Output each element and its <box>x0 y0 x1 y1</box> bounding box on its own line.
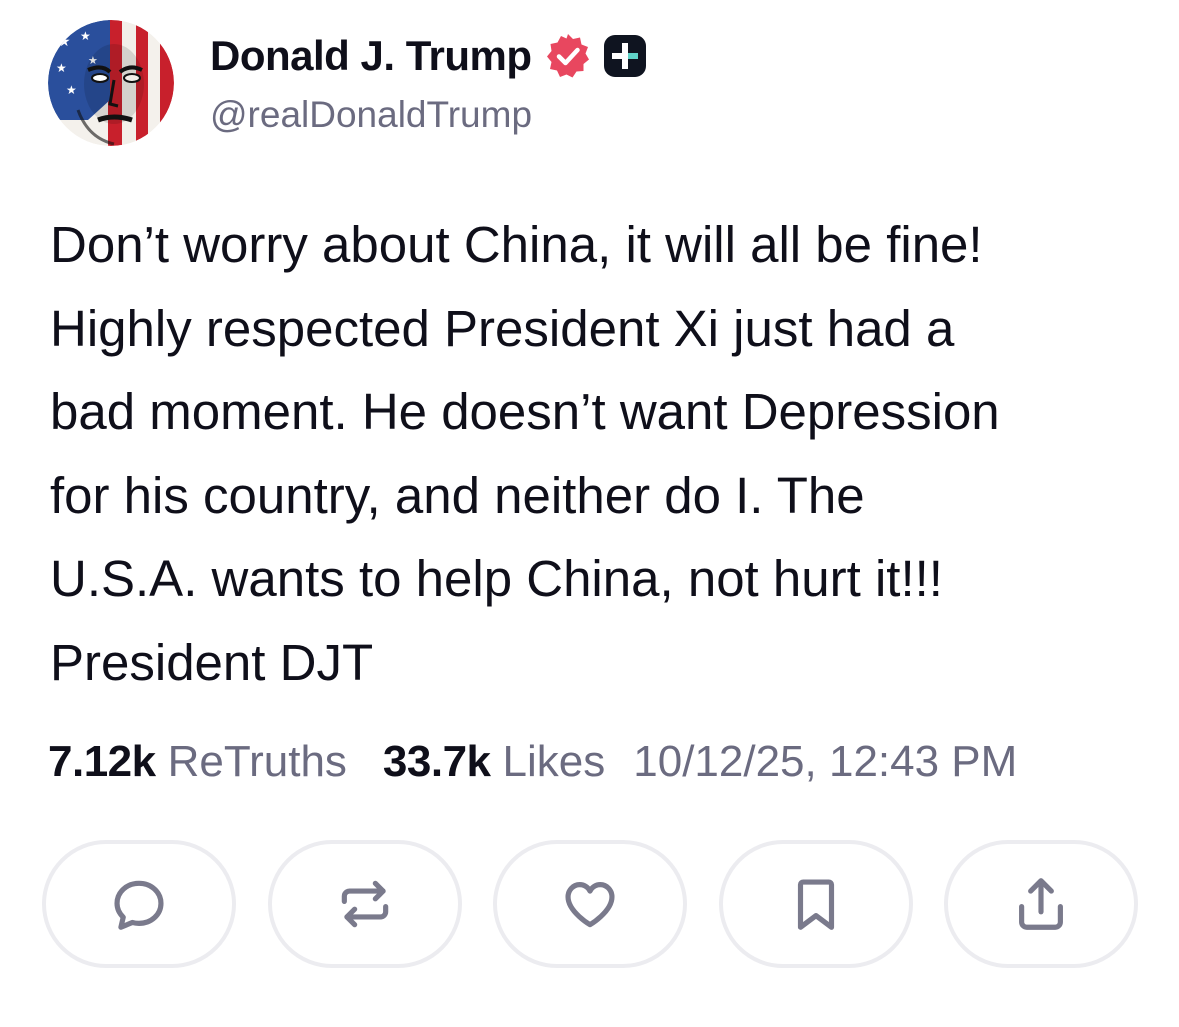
display-name[interactable]: Donald J. Trump <box>210 32 532 80</box>
post-text-line: for his country, and neither do I. The <box>50 466 865 524</box>
post-text-line: bad moment. He doesn’t want Depression <box>50 383 1000 440</box>
plus-badge-icon <box>602 33 648 79</box>
svg-text:★: ★ <box>80 29 91 43</box>
post-stats: 7.12k ReTruths 33.7k Likes 10/12/25, 12:43… <box>48 732 1017 792</box>
retruth-button[interactable] <box>267 840 462 968</box>
post-text-line: U.S.A. wants to help China, not hurt it!… <box>50 550 943 607</box>
retruths-count: 7.12k <box>48 737 156 786</box>
post-text-line: Highly respected President Xi just had a <box>50 299 955 357</box>
svg-text:★: ★ <box>56 61 67 75</box>
repost-icon <box>341 880 388 928</box>
likes-count: 33.7k <box>382 737 491 786</box>
display-name-row: Donald J. Trump <box>210 28 648 84</box>
reply-button[interactable] <box>42 840 236 968</box>
likes-stat[interactable]: 33.7k Likes <box>383 737 605 787</box>
post-text-line: Don’t worry about China, it will all be … <box>50 216 983 273</box>
post-text-line: President DJT <box>50 633 374 691</box>
bookmark-icon <box>797 879 834 930</box>
bookmark-button[interactable] <box>718 840 913 968</box>
action-bar <box>42 840 1138 968</box>
comment-icon <box>114 880 164 930</box>
user-handle[interactable]: @realDonaldTrump <box>210 94 532 136</box>
truth-post: ★ ★ ★ ★ ★ Donald J. Trump @realDonaldTru… <box>0 0 1179 1027</box>
verified-badge-icon <box>544 32 592 80</box>
share-icon <box>1019 878 1063 930</box>
retruths-stat[interactable]: 7.12k ReTruths <box>48 737 347 787</box>
like-button[interactable] <box>493 840 687 968</box>
retruths-label: ReTruths <box>167 737 347 786</box>
share-button[interactable] <box>944 840 1138 968</box>
heart-icon <box>565 882 615 928</box>
svg-text:★: ★ <box>66 83 77 97</box>
likes-label: Likes <box>502 737 606 786</box>
post-text: Don’t worry about China, it will all be … <box>50 203 1150 704</box>
svg-text:★: ★ <box>58 34 71 50</box>
avatar[interactable]: ★ ★ ★ ★ ★ <box>48 20 174 146</box>
post-timestamp: 10/12/25, 12:43 PM <box>633 737 1018 786</box>
